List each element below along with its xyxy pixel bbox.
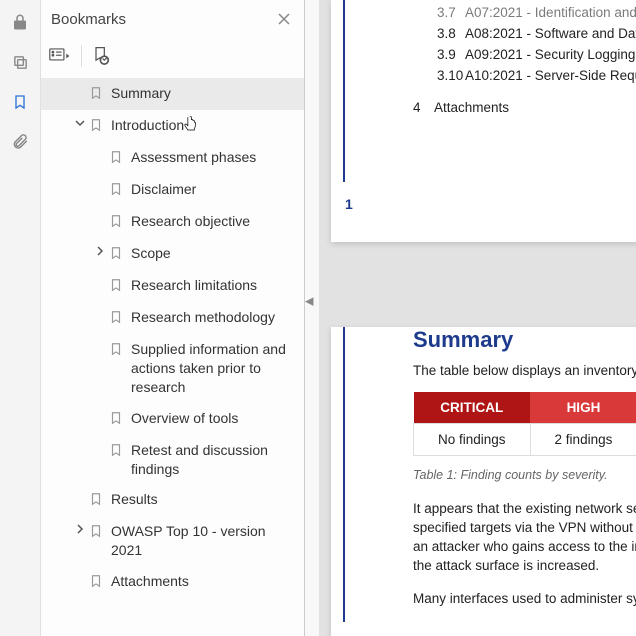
bookmark-item[interactable]: Disclaimer (41, 174, 304, 206)
lock-icon[interactable] (2, 4, 38, 40)
bookmark-outline-icon (109, 212, 127, 229)
bookmark-outline-icon (109, 244, 127, 261)
bookmark-item[interactable]: Research objective (41, 206, 304, 238)
document-viewer[interactable]: 3.7A07:2021 - Identification and3.8A08:2… (319, 0, 636, 636)
pdf-page-2: Summary The table below displays an inve… (331, 327, 636, 636)
bookmarks-panel: Bookmarks Summary Introduction Assessment … (41, 0, 305, 636)
bookmark-item[interactable]: Research methodology (41, 302, 304, 334)
severity-header-critical: CRITICAL (414, 392, 531, 424)
bookmark-label: Retest and discussion findings (127, 441, 294, 479)
severity-table: CRITICAL HIGH No findings 2 findings (413, 392, 636, 456)
bookmark-label: Attachments (107, 572, 189, 591)
bookmark-outline-icon (89, 572, 107, 589)
panel-resize-handle[interactable]: ◀ (305, 0, 319, 636)
panel-toolbar (41, 38, 304, 74)
toc-entry: 3.8A08:2021 - Software and Data (413, 23, 636, 44)
bookmark-outline-icon (109, 180, 127, 197)
bookmark-outline-icon (89, 522, 107, 539)
bookmark-label: Supplied information and actions taken p… (127, 340, 294, 397)
chevron-right-icon[interactable] (91, 244, 109, 256)
toc-title: A09:2021 - Security Logging an (465, 47, 636, 62)
bookmark-label: Research methodology (127, 308, 275, 327)
toc-number: 4 (413, 100, 431, 115)
summary-intro: The table below displays an inventory of… (413, 363, 636, 392)
bookmark-label: Results (107, 490, 158, 509)
toc-number: 3.7 (437, 5, 465, 20)
table-caption: Table 1: Finding counts by severity. (413, 456, 636, 500)
bookmark-label: Overview of tools (127, 409, 238, 428)
bookmark-outline-icon (109, 148, 127, 165)
bookmark-outline-icon (109, 308, 127, 325)
bookmark-outline-icon (89, 84, 107, 101)
paragraph: It appears that the existing network seg… (413, 500, 636, 590)
attachment-icon[interactable] (2, 124, 38, 160)
bookmark-item[interactable]: Introduction (41, 110, 304, 142)
bookmark-outline-icon (89, 490, 107, 507)
bookmark-icon[interactable] (2, 84, 38, 120)
panel-title: Bookmarks (51, 11, 274, 28)
bookmark-item[interactable]: Retest and discussion findings (41, 435, 304, 485)
bookmark-label: Scope (127, 244, 171, 263)
bookmark-label: OWASP Top 10 - version 2021 (107, 522, 294, 560)
options-icon[interactable] (49, 47, 71, 65)
chevron-down-icon[interactable] (71, 116, 89, 128)
severity-value-high: 2 findings (530, 424, 636, 456)
bookmark-outline-icon (89, 116, 107, 133)
bookmark-tree: Summary Introduction Assessment phases Disc… (41, 74, 304, 636)
bookmark-outline-icon (109, 409, 127, 426)
bookmark-label: Assessment phases (127, 148, 256, 167)
bookmark-item[interactable]: Overview of tools (41, 403, 304, 435)
toc-entry: 3.10A10:2021 - Server-Side Request (413, 65, 636, 86)
bookmark-item[interactable]: Supplied information and actions taken p… (41, 334, 304, 403)
bookmark-item[interactable]: Results (41, 484, 304, 516)
bookmark-label: Summary (107, 84, 171, 103)
collapse-icon[interactable]: ◀ (305, 295, 313, 308)
bookmark-item[interactable]: Scope (41, 238, 304, 270)
toc-title: A10:2021 - Server-Side Request (465, 68, 636, 83)
paragraph: Many interfaces used to administer syste… (413, 590, 636, 623)
toc-entry: 3.9A09:2021 - Security Logging an (413, 44, 636, 65)
toc-number: 3.8 (437, 26, 465, 41)
bookmark-label: Research limitations (127, 276, 257, 295)
bookmark-label: Disclaimer (127, 180, 196, 199)
toc-number: 3.9 (437, 47, 465, 62)
bookmark-item[interactable]: Summary (41, 78, 304, 110)
bookmark-outline-icon (109, 276, 127, 293)
toolbar-separator (81, 45, 82, 67)
toc-title: A07:2021 - Identification and (465, 5, 636, 20)
bookmark-outline-icon (109, 340, 127, 357)
summary-heading: Summary (413, 327, 636, 363)
bookmark-item[interactable]: Assessment phases (41, 142, 304, 174)
bookmark-outline-icon (109, 441, 127, 458)
bookmark-item[interactable]: OWASP Top 10 - version 2021 (41, 516, 304, 566)
bookmark-label: Introduction (107, 116, 184, 135)
copy-icon[interactable] (2, 44, 38, 80)
page-number: 1 (345, 196, 353, 212)
pdf-page-1: 3.7A07:2021 - Identification and3.8A08:2… (331, 0, 636, 242)
severity-header-high: HIGH (530, 392, 636, 424)
close-icon[interactable] (274, 9, 294, 29)
bookmark-item[interactable]: Attachments (41, 566, 304, 598)
toc-entry: 3.7A07:2021 - Identification and (413, 2, 636, 23)
add-bookmark-icon[interactable] (92, 46, 110, 66)
toc-number: 3.10 (437, 68, 465, 83)
sidebar-rail (0, 0, 41, 636)
chevron-right-icon[interactable] (71, 522, 89, 534)
bookmark-label: Research objective (127, 212, 250, 231)
toc-title: Attachments (434, 100, 509, 115)
toc-title: A08:2021 - Software and Data (465, 26, 636, 41)
severity-value-critical: No findings (414, 424, 531, 456)
bookmark-item[interactable]: Research limitations (41, 270, 304, 302)
